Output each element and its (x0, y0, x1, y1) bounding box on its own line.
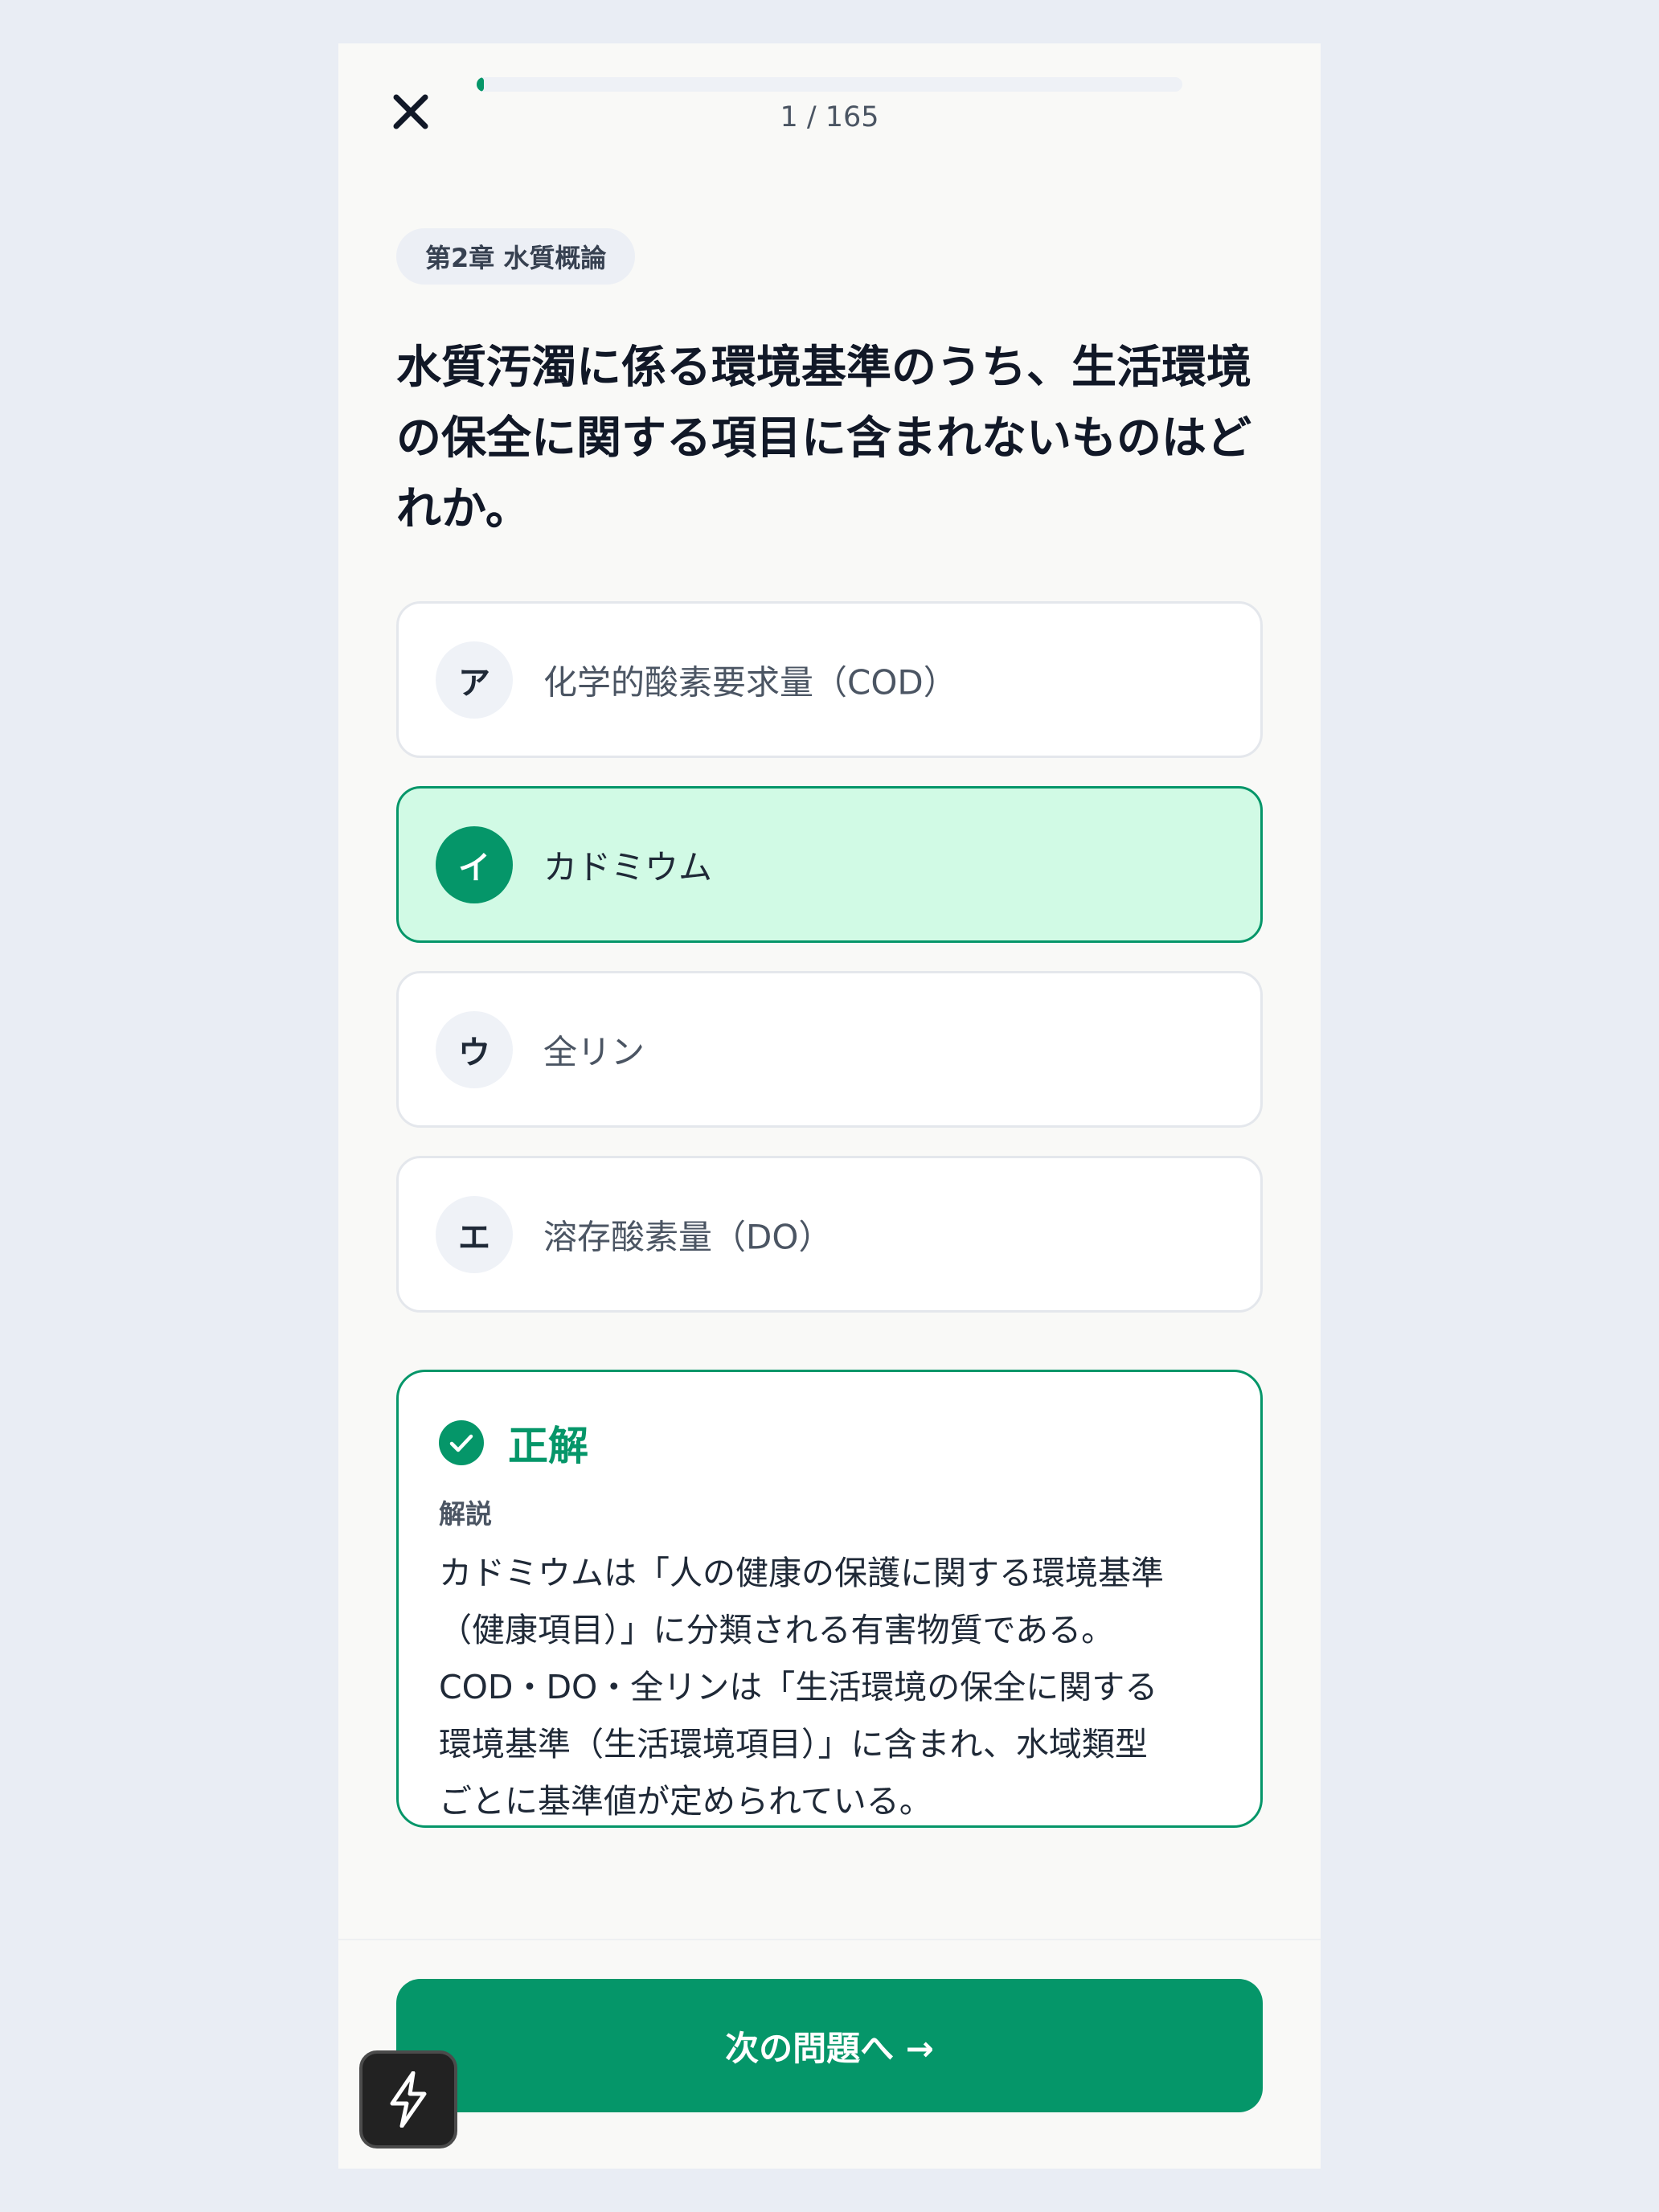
option-e[interactable]: エ 溶存酸素量（DO） (396, 1156, 1263, 1313)
result-label: 正解 (508, 1423, 588, 1469)
close-icon (393, 94, 428, 129)
next-question-button[interactable]: 次の問題へ → (396, 1979, 1263, 2112)
progress-counter: 1 / 165 (780, 101, 879, 133)
option-u[interactable]: ウ 全リン (396, 971, 1263, 1128)
quick-action-button[interactable] (359, 2050, 457, 2149)
option-label: カドミウム (543, 847, 713, 887)
explanation-line: ごとに基準値が定められている。 (439, 1782, 932, 1821)
option-label: 溶存酸素量（DO） (543, 1217, 833, 1256)
explanation-line: COD・DO・全リンは「生活環境の保全に関する (439, 1668, 1158, 1706)
progress-bar (477, 77, 1182, 92)
progress-fill (477, 77, 484, 92)
quiz-screen: 1 / 165 第2章 水質概論 水質汚濁に係る環境基準のうち、生活環境の保全に… (338, 43, 1321, 2169)
option-a[interactable]: ア 化学的酸素要求量（COD） (396, 601, 1263, 758)
explanation-line: （健康項目）」に分類される有害物質である。 (439, 1611, 1115, 1649)
option-i[interactable]: イ カドミウム (396, 786, 1263, 943)
option-letter: エ (436, 1195, 513, 1273)
explanation-text: カドミウムは「人の健康の保護に関する環境基準 （健康項目）」に分類される有害物質… (439, 1545, 1243, 1830)
explanation-line: 環境基準（生活環境項目）」に含まれ、水域類型 (439, 1725, 1148, 1763)
lightning-icon (390, 2071, 427, 2128)
close-button[interactable] (383, 84, 439, 140)
result-card: 正解 解説 カドミウムは「人の健康の保護に関する環境基準 （健康項目）」に分類さ… (396, 1370, 1263, 1828)
option-label: 化学的酸素要求量（COD） (543, 662, 957, 702)
footer-divider (338, 1939, 1321, 1940)
option-letter: ウ (436, 1010, 513, 1088)
option-letter: ア (436, 641, 513, 719)
explanation-line: カドミウムは「人の健康の保護に関する環境基準 (439, 1554, 1164, 1592)
question-text: 水質汚濁に係る環境基準のうち、生活環境の保全に関する項目に含まれないものはどれか… (396, 342, 1251, 535)
chapter-badge: 第2章 水質概論 (396, 228, 636, 285)
option-letter: イ (436, 825, 513, 903)
explanation-label: 解説 (439, 1498, 492, 1530)
check-circle-icon (439, 1420, 484, 1465)
option-label: 全リン (543, 1032, 645, 1071)
